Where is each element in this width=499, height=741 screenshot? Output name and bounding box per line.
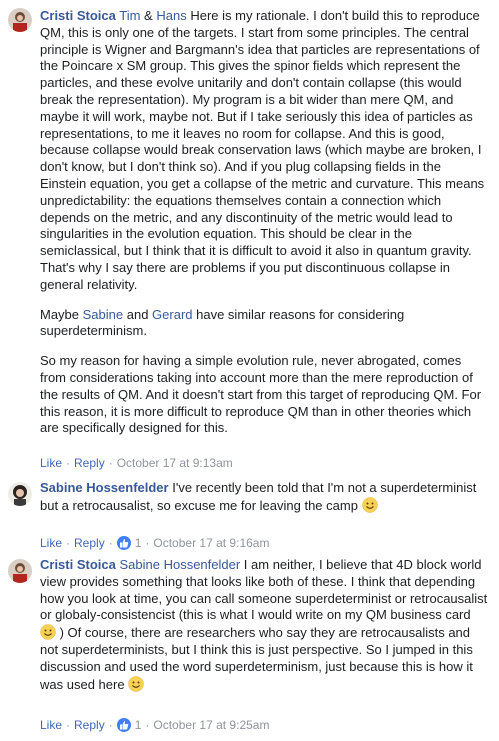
separator-dot: · (108, 718, 113, 732)
reaction-count[interactable]: 1 (135, 536, 142, 550)
mention-gerard[interactable]: Gerard (152, 307, 192, 322)
timestamp[interactable]: October 17 at 9:16am (153, 536, 269, 550)
avatar[interactable] (8, 482, 32, 506)
reaction-count[interactable]: 1 (135, 718, 142, 732)
comment-actions: Like · Reply · 1 · October 17 at 9:16am (40, 535, 269, 552)
mention-tim[interactable]: Tim (119, 8, 140, 23)
mention-sabine-hossenfelder[interactable]: Sabine Hossenfelder (119, 557, 240, 572)
separator-dot: · (66, 536, 71, 550)
like-button[interactable]: Like (40, 718, 62, 732)
comment-text: Here is my rationale. I don't build this… (40, 8, 485, 292)
separator-dot: · (66, 718, 71, 732)
separator-dot: · (108, 456, 113, 470)
comment-actions: Like · Reply · October 17 at 9:13am (40, 455, 233, 472)
smiley-icon (361, 497, 378, 513)
mention-sabine[interactable]: Sabine (83, 307, 123, 322)
reply-button[interactable]: Reply (74, 536, 105, 550)
thumbs-up-icon[interactable] (116, 536, 131, 550)
author-name[interactable]: Cristi Stoica (40, 8, 116, 23)
mention-hans[interactable]: Hans (156, 8, 186, 23)
smiley-icon (128, 675, 144, 692)
separator-dot: · (145, 718, 150, 732)
smiley-icon (40, 624, 56, 640)
reply-button[interactable]: Reply (74, 456, 105, 470)
comment-text: Maybe (40, 306, 83, 322)
mention-joiner: & (140, 8, 157, 23)
author-name[interactable]: Sabine Hossenfelder (40, 480, 169, 495)
author-name[interactable]: Cristi Stoica (40, 557, 116, 572)
like-button[interactable]: Like (40, 456, 62, 470)
timestamp[interactable]: October 17 at 9:25am (153, 718, 269, 732)
comment-body: Cristi Stoica Tim & Hans Here is my rati… (40, 8, 489, 437)
comment-text: ) Of course, there are researchers who s… (40, 625, 473, 692)
comment-actions: Like · Reply · 1 · October 17 at 9:25am (40, 717, 269, 734)
separator-dot: · (145, 536, 150, 550)
timestamp[interactable]: October 17 at 9:13am (117, 456, 233, 470)
like-button[interactable]: Like (40, 536, 62, 550)
thumbs-up-icon[interactable] (116, 718, 131, 732)
separator-dot: · (66, 456, 71, 470)
comment-text: and (123, 306, 153, 322)
comment-body: Sabine Hossenfelder I've recently been t… (40, 480, 489, 515)
avatar[interactable] (8, 559, 32, 583)
comment-body: Cristi Stoica Sabine Hossenfelder I am n… (40, 557, 489, 693)
reply-button[interactable]: Reply (74, 718, 105, 732)
comment-text: So my reason for having a simple evoluti… (40, 353, 482, 436)
separator-dot: · (108, 536, 113, 550)
avatar[interactable] (8, 8, 32, 32)
